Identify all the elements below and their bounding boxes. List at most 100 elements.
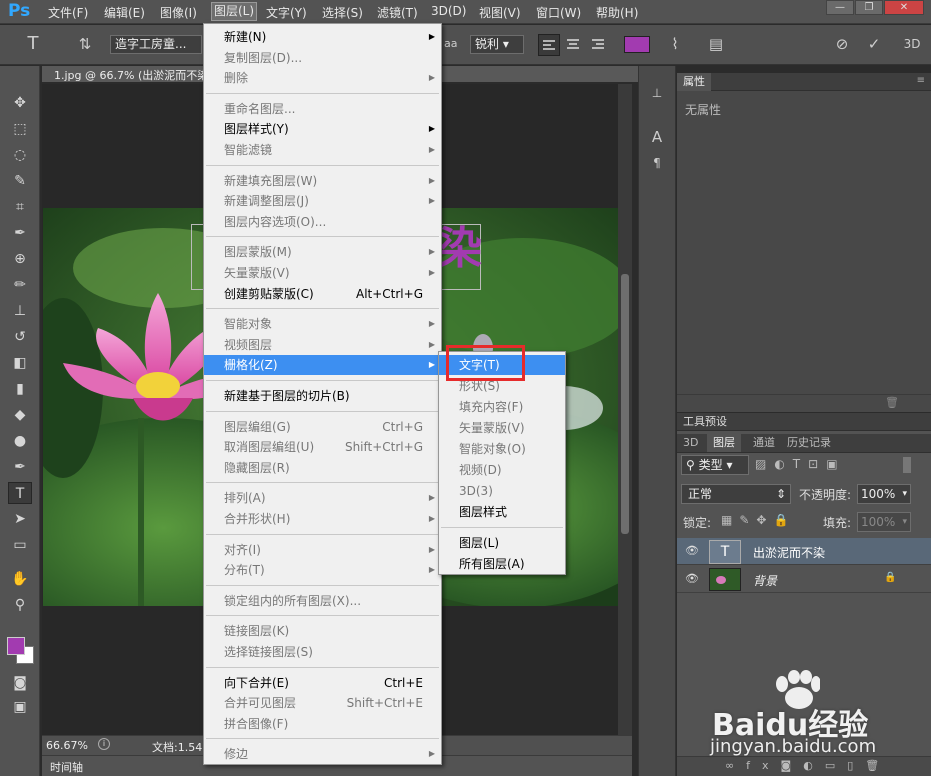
opacity-input[interactable]: 100% ▾ xyxy=(857,484,911,504)
text-color-swatch[interactable] xyxy=(624,36,650,53)
menu-item-4[interactable]: 智能对象(O) xyxy=(439,439,565,459)
menu-item-2[interactable]: 填充内容(F) xyxy=(439,397,565,417)
menu-item-20[interactable]: 新建基于图层的切片(B) xyxy=(204,386,441,406)
menu-item-32[interactable]: 锁定组内的所有图层(X)... xyxy=(204,591,441,611)
blur-tool-icon[interactable]: ◆ xyxy=(8,404,32,426)
layer-row-text[interactable]: 👁 T 出淤泥而不染 xyxy=(677,538,931,565)
menu-5[interactable]: 选择(S) xyxy=(322,4,363,21)
menu-9[interactable]: 窗口(W) xyxy=(536,4,581,21)
align-left-button[interactable] xyxy=(538,34,560,56)
path-select-tool-icon[interactable]: ➤ xyxy=(8,508,32,530)
align-right-button[interactable] xyxy=(588,34,610,56)
timeline-tab[interactable]: 时间轴 xyxy=(50,759,83,775)
menu-item-1[interactable]: 复制图层(D)... xyxy=(204,48,441,68)
brush-tool-icon[interactable]: ✏ xyxy=(8,274,32,296)
tab-properties[interactable]: 属性 xyxy=(677,73,711,91)
layer-row-background[interactable]: 👁 背景 🔒 xyxy=(677,566,931,593)
lock-icons[interactable]: ▦✎✥🔒 xyxy=(721,513,795,527)
menu-item-14[interactable]: 创建剪贴蒙版(C) Alt+Ctrl+G xyxy=(204,284,441,304)
menu-item-13[interactable]: 矢量蒙版(V) ▶ xyxy=(204,263,441,283)
menu-3[interactable]: 图层(L) xyxy=(211,2,258,21)
type-tool-icon[interactable]: T xyxy=(8,482,32,504)
commit-icon[interactable]: ✓ xyxy=(863,33,885,55)
menu-item-26[interactable]: 排列(A) ▶ xyxy=(204,488,441,508)
filter-icons[interactable]: ▨◐T⊡▣ xyxy=(755,457,846,471)
visibility-eye-icon[interactable]: 👁 xyxy=(685,544,699,557)
menu-4[interactable]: 文字(Y) xyxy=(266,4,307,21)
warp-text-icon[interactable]: ⌇ xyxy=(664,33,686,55)
menu-item-7[interactable]: 图层样式 xyxy=(439,502,565,522)
tab-layers-2[interactable]: 通道 xyxy=(747,434,781,452)
3d-button[interactable]: 3D xyxy=(901,33,923,55)
blend-mode-select[interactable]: 正常 ⇕ xyxy=(681,484,791,504)
foreground-color-swatch[interactable] xyxy=(7,637,25,655)
align-center-button[interactable] xyxy=(563,34,585,56)
menu-item-9[interactable]: 新建调整图层(J) ▶ xyxy=(204,191,441,211)
pen-tool-icon[interactable]: ✒ xyxy=(8,456,32,478)
menu-item-5[interactable]: 视频(D) xyxy=(439,460,565,480)
menu-item-12[interactable]: 图层蒙版(M) ▶ xyxy=(204,242,441,262)
menu-6[interactable]: 滤镜(T) xyxy=(377,4,418,21)
menu-item-2[interactable]: 删除 ▶ xyxy=(204,68,441,88)
menu-item-6[interactable]: 智能滤镜 ▶ xyxy=(204,140,441,160)
menu-item-6[interactable]: 3D(3) xyxy=(439,481,565,501)
filter-kind-select[interactable]: ⚲ 类型 ▾ xyxy=(681,455,749,475)
lasso-tool-icon[interactable]: ◌ xyxy=(8,144,32,166)
menu-item-23[interactable]: 取消图层编组(U) Shift+Ctrl+G xyxy=(204,437,441,457)
menu-item-0[interactable]: 新建(N) ▶ xyxy=(204,27,441,47)
menu-item-10[interactable]: 图层内容选项(O)... xyxy=(204,212,441,232)
marquee-tool-icon[interactable]: ⬚ xyxy=(8,118,32,140)
trash-icon[interactable]: 🗑 xyxy=(885,396,899,409)
zoom-tool-icon[interactable]: ⚲ xyxy=(8,594,32,616)
paragraph-strip-icon[interactable]: ¶ xyxy=(647,156,667,176)
menu-item-3[interactable]: 矢量蒙版(V) xyxy=(439,418,565,438)
menu-item-4[interactable]: 重命名图层... xyxy=(204,99,441,119)
move-tool-icon[interactable]: ✥ xyxy=(8,92,32,114)
menu-item-38[interactable]: 合并可见图层 Shift+Ctrl+E xyxy=(204,693,441,713)
hand-tool-icon[interactable]: ✋ xyxy=(8,568,32,590)
menu-item-27[interactable]: 合并形状(H) ▶ xyxy=(204,509,441,529)
type-tool-preset-icon[interactable]: T xyxy=(22,33,44,55)
menu-item-41[interactable]: 修边 ▶ xyxy=(204,744,441,764)
fill-input[interactable]: 100% ▾ xyxy=(857,512,911,532)
menu-2[interactable]: 图像(I) xyxy=(160,4,197,21)
dodge-tool-icon[interactable]: ● xyxy=(8,430,32,452)
tool-presets-strip-icon[interactable]: ⊥ xyxy=(647,86,667,106)
tab-layers-1[interactable]: 图层 xyxy=(707,434,741,452)
menu-0[interactable]: 文件(F) xyxy=(48,4,88,21)
menu-item-10[interactable]: 所有图层(A) xyxy=(439,554,565,574)
menu-8[interactable]: 视图(V) xyxy=(479,4,521,21)
character-panel-icon[interactable]: ▤ xyxy=(705,33,727,55)
menu-item-35[interactable]: 选择链接图层(S) xyxy=(204,642,441,662)
menu-item-18[interactable]: 栅格化(Z) ▶ xyxy=(204,355,441,376)
panel-menu-icon[interactable]: ≡ xyxy=(917,75,925,86)
status-info-icon[interactable]: i xyxy=(98,738,110,750)
font-family-field[interactable]: 造字工房童... xyxy=(110,35,202,54)
cancel-icon[interactable]: ⊘ xyxy=(831,33,853,55)
quick-mask-icon[interactable]: ◙ xyxy=(8,672,32,694)
text-orientation-icon[interactable]: ⇅ xyxy=(74,33,96,55)
character-strip-icon[interactable]: A xyxy=(647,128,667,148)
close-button[interactable]: ✕ xyxy=(884,0,924,15)
zoom-level[interactable]: 66.67% xyxy=(46,739,88,752)
crop-tool-icon[interactable]: ⌗ xyxy=(8,196,32,218)
menu-10[interactable]: 帮助(H) xyxy=(596,4,638,21)
scroll-thumb[interactable] xyxy=(621,274,629,534)
menu-item-34[interactable]: 链接图层(K) xyxy=(204,621,441,641)
history-brush-tool-icon[interactable]: ↺ xyxy=(8,326,32,348)
tab-layers-3[interactable]: 历史记录 xyxy=(781,434,837,452)
menu-item-37[interactable]: 向下合并(E) Ctrl+E xyxy=(204,673,441,693)
restore-button[interactable]: ❐ xyxy=(855,0,883,15)
tab-layers-0[interactable]: 3D xyxy=(677,434,704,452)
visibility-eye-icon[interactable]: 👁 xyxy=(685,572,699,585)
tab-tool-presets[interactable]: 工具预设 xyxy=(677,413,733,431)
menu-1[interactable]: 编辑(E) xyxy=(104,4,145,21)
minimize-button[interactable]: — xyxy=(826,0,854,15)
healing-tool-icon[interactable]: ⊕ xyxy=(8,248,32,270)
menu-item-24[interactable]: 隐藏图层(R) xyxy=(204,458,441,478)
vertical-scrollbar[interactable] xyxy=(618,84,632,735)
menu-7[interactable]: 3D(D) xyxy=(431,4,466,18)
menu-item-9[interactable]: 图层(L) xyxy=(439,533,565,553)
menu-item-39[interactable]: 拼合图像(F) xyxy=(204,714,441,734)
menu-item-5[interactable]: 图层样式(Y) ▶ xyxy=(204,119,441,139)
